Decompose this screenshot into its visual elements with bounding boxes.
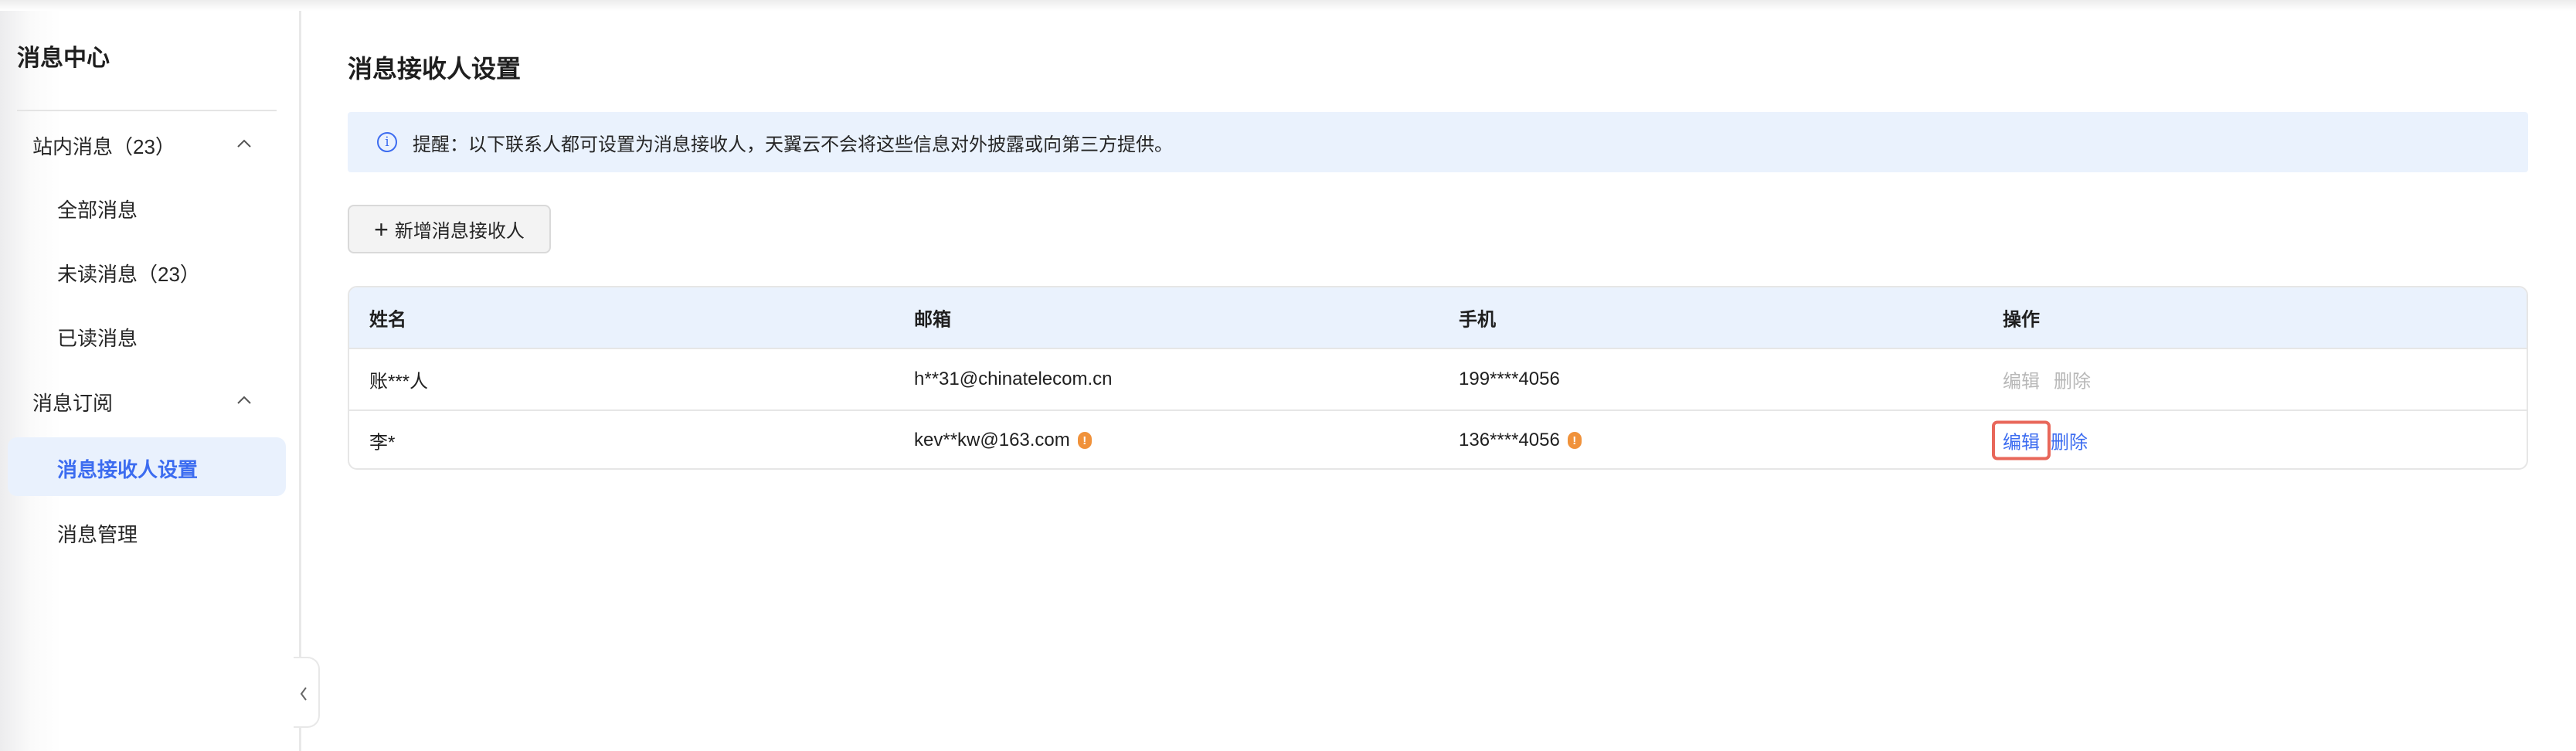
header-name: 姓名	[369, 309, 406, 331]
delete-button[interactable]: 删除	[2054, 366, 2091, 393]
top-shadow	[0, 0, 2576, 11]
sidebar-divider	[17, 110, 277, 111]
add-recipient-label: 新增消息接收人	[394, 221, 525, 242]
warning-icon[interactable]: !	[1567, 432, 1582, 449]
email-text: kev**kw@163.com	[914, 430, 1070, 450]
notice-alert: i 提醒：以下联系人都可设置为消息接收人，天翼云不会将这些信息对外披露或向第三方…	[348, 112, 2528, 172]
page-title: 消息接收人设置	[348, 55, 522, 83]
sidebar-group-inbox[interactable]: 站内消息（23）	[32, 131, 175, 160]
header-email: 邮箱	[914, 309, 951, 331]
recipient-table: 姓名 邮箱 手机 操作 账***人 h**31@chinatelecom.cn …	[348, 286, 2528, 470]
cell-phone: 199****4056	[1459, 369, 1560, 390]
sidebar: 消息中心 站内消息（23） 全部消息 未读消息（23） 已读消息 消息订阅 消息…	[0, 0, 301, 751]
sidebar-item-manage[interactable]: 消息管理	[57, 519, 138, 548]
alert-text: 提醒：以下联系人都可设置为消息接收人，天翼云不会将这些信息对外披露或向第三方提供…	[413, 134, 1173, 155]
delete-button[interactable]: 删除	[2051, 427, 2088, 454]
phone-text: 199****4056	[1459, 369, 1560, 389]
sidebar-item-label: 消息接收人设置	[57, 458, 199, 481]
warning-icon[interactable]: !	[1077, 432, 1092, 449]
add-recipient-button[interactable]: + 新增消息接收人	[348, 205, 551, 253]
sidebar-item-recipient-settings[interactable]: 消息接收人设置	[8, 437, 286, 496]
table-row: 账***人 h**31@chinatelecom.cn 199****4056 …	[349, 349, 2527, 411]
table-row: 李* kev**kw@163.com! 136****4056! 编辑 删除	[349, 409, 2527, 468]
cell-actions: 编辑 删除	[1992, 420, 2088, 460]
sidebar-item-read[interactable]: 已读消息	[57, 323, 138, 352]
cell-email: kev**kw@163.com!	[914, 430, 1092, 451]
info-icon: i	[377, 132, 397, 152]
cell-name: 李*	[369, 432, 396, 454]
cell-name: 账***人	[369, 371, 429, 392]
sidebar-group-subscription[interactable]: 消息订阅	[32, 388, 113, 416]
cell-phone: 136****4056!	[1459, 430, 1582, 451]
sidebar-item-unread[interactable]: 未读消息（23）	[57, 259, 200, 287]
sidebar-collapse-handle[interactable]	[294, 657, 320, 728]
cell-actions: 编辑 删除	[2003, 366, 2091, 393]
chevron-up-icon[interactable]	[236, 392, 252, 408]
plus-icon: +	[374, 215, 389, 243]
sidebar-item-all[interactable]: 全部消息	[57, 195, 138, 223]
table-header: 姓名 邮箱 手机 操作	[349, 287, 2527, 349]
edit-button[interactable]: 编辑	[1992, 420, 2051, 460]
phone-text: 136****4056	[1459, 430, 1560, 450]
header-actions: 操作	[2003, 309, 2040, 331]
cell-email: h**31@chinatelecom.cn	[914, 369, 1113, 390]
email-text: h**31@chinatelecom.cn	[914, 369, 1113, 389]
sidebar-title: 消息中心	[17, 46, 110, 71]
header-phone: 手机	[1459, 309, 1496, 331]
chevron-left-icon	[300, 687, 307, 701]
chevron-up-icon[interactable]	[236, 136, 252, 151]
edit-button[interactable]: 编辑	[2003, 366, 2040, 393]
